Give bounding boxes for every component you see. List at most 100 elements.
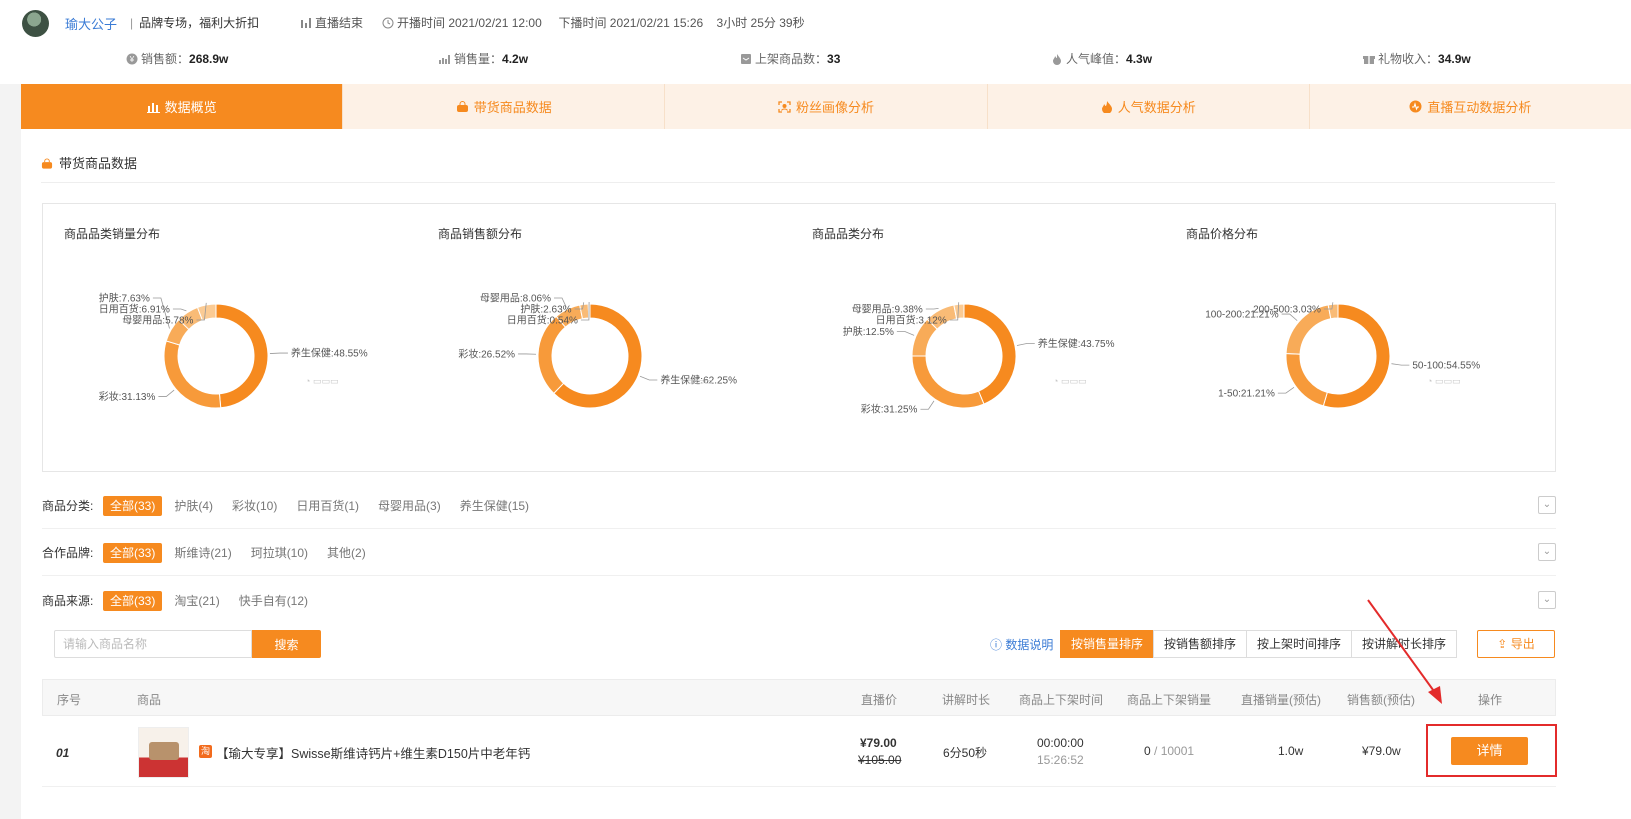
live-price: ¥79.00 — [860, 736, 897, 750]
tab-label: 直播互动数据分析 — [1427, 100, 1532, 115]
tab-data-overview[interactable]: 数据概览 — [21, 84, 344, 129]
col-shelf-time: 商品上下架时间 — [1019, 693, 1104, 707]
stat-value: 34.9w — [1438, 52, 1471, 66]
slice-label: 日用百货:0.54% — [507, 314, 578, 327]
watermark-logo: ◔ ▭▭▭ — [679, 376, 713, 386]
filter-option[interactable]: 其他(2) — [320, 543, 373, 563]
live-time-info: 开播时间 2021/02/21 12:00 下播时间 2021/02/21 15… — [382, 14, 805, 31]
sort-by-listing-time-button[interactable]: 按上架时间排序 — [1246, 630, 1353, 658]
avatar[interactable] — [22, 10, 49, 37]
help-icon: ⓘ — [990, 638, 1003, 652]
slice-label: 护肤:12.5% — [843, 325, 894, 338]
label-leader-line — [1016, 343, 1035, 346]
slice-label: 1-50:21.21% — [1218, 389, 1275, 400]
filter-option[interactable]: 斯维诗(21) — [167, 543, 238, 563]
duration: 3小时 25分 39秒 — [716, 16, 805, 30]
product-thumbnail[interactable] — [138, 727, 189, 778]
filter-category: 商品分类: 全部(33) 护肤(4) 彩妆(10) 日用百货(1) 母婴用品(3… — [42, 483, 1556, 529]
filter-option[interactable]: 珂拉琪(10) — [244, 543, 315, 563]
basket-icon — [41, 158, 53, 169]
stat-sales-volume: 销售量：4.2w — [439, 50, 528, 67]
filter-option[interactable]: 护肤(4) — [167, 496, 220, 516]
label-leader-line — [158, 389, 175, 397]
shelf-time-off: 15:26:52 — [1037, 753, 1084, 767]
donut-slice[interactable] — [163, 340, 222, 409]
filter-option-all[interactable]: 全部(33) — [103, 543, 163, 563]
main-panel: 带货商品数据 商品品类销量分布 养生保健:48.55% 彩妆:31.13% 护肤:7… — [21, 129, 1631, 819]
stat-label: 销售额： — [141, 52, 190, 66]
filter-option-all[interactable]: 全部(33) — [103, 496, 163, 516]
slice-label: 彩妆:26.52% — [458, 347, 515, 360]
bar-chart-icon — [146, 102, 160, 113]
section-title-text: 带货商品数据 — [59, 156, 138, 171]
col-explain-duration: 讲解时长 — [942, 693, 991, 707]
shelf-sales-total: 10001 — [1160, 744, 1195, 758]
revenue: ¥79.0w — [1362, 744, 1401, 758]
filter-option[interactable]: 日用百货(1) — [289, 496, 366, 516]
donut-slice[interactable] — [215, 303, 269, 409]
bars-icon — [301, 18, 311, 28]
col-action: 操作 — [1478, 693, 1503, 707]
slice-label: 200-500:3.03% — [1253, 305, 1321, 316]
label-leader-line — [920, 400, 935, 410]
sort-by-sales-button[interactable]: 按销售量排序 — [1060, 630, 1155, 658]
watermark-logo: ◔ ▭▭▭ — [1427, 376, 1461, 386]
filter-option[interactable]: 母婴用品(3) — [371, 496, 448, 516]
tab-popularity[interactable]: 人气数据分析 — [988, 84, 1310, 129]
filter-option[interactable]: 快手自有(12) — [232, 591, 315, 611]
filter-option[interactable]: 养生保健(15) — [453, 496, 536, 516]
svg-text:¥: ¥ — [129, 55, 135, 64]
analysis-tabs: 数据概览 带货商品数据 粉丝画像分析 人气数据分析 直播互动数据分析 — [21, 84, 1631, 129]
chevron-down-icon[interactable]: ⌄ — [1538, 496, 1556, 514]
filter-option-all[interactable]: 全部(33) — [103, 591, 163, 611]
data-note-link[interactable]: ⓘ 数据说明 — [990, 636, 1053, 653]
donut-chart: 养生保健:48.55% 彩妆:31.13% 护肤:7.63%日用百货:6.91%母婴… — [99, 292, 368, 409]
tab-label: 人气数据分析 — [1117, 100, 1196, 115]
filter-option[interactable]: 彩妆(10) — [225, 496, 284, 516]
chart-category-revenue: 商品销售额分布 养生保健:62.25% 彩妆:26.52% 母婴用品:8.06% 护肤… — [417, 204, 791, 471]
tab-interaction[interactable]: 直播互动数据分析 — [1310, 84, 1631, 129]
taobao-icon: 淘 — [199, 745, 212, 758]
product-name[interactable]: 【瑜大专享】Swisse斯维诗钙片+维生素D150片中老年钙 — [216, 743, 530, 762]
donut-slice[interactable] — [1322, 303, 1391, 409]
filter-option[interactable]: 淘宝(21) — [167, 591, 226, 611]
slogan-separator: | — [130, 16, 134, 30]
slice-label: 护肤:2.63% — [520, 303, 571, 316]
coin-icon: ¥ — [126, 53, 138, 65]
tab-product-data[interactable]: 带货商品数据 — [343, 84, 666, 129]
sort-by-revenue-button[interactable]: 按销售额排序 — [1153, 630, 1248, 658]
donut-slice[interactable] — [911, 355, 985, 409]
donut-slice[interactable] — [1285, 352, 1328, 407]
filter-options: 全部(33) 护肤(4) 彩妆(10) 日用百货(1) 母婴用品(3) 养生保健… — [103, 496, 541, 516]
donut-slice[interactable] — [963, 303, 1017, 405]
label-leader-line — [925, 307, 939, 310]
stat-label: 销售量： — [454, 52, 503, 66]
charts-box: 商品品类销量分布 养生保健:48.55% 彩妆:31.13% 护肤:7.63% 日用百… — [42, 203, 1556, 472]
slice-label: 彩妆:31.13% — [99, 390, 156, 403]
original-price: ¥105.00 — [858, 753, 902, 767]
live-status: 直播结束 — [300, 14, 363, 31]
chevron-down-icon[interactable]: ⌄ — [1538, 591, 1556, 609]
donut-chart: 养生保健:62.25%彩妆:26.52%母婴用品:8.06%护肤:2.63%日用… — [458, 293, 737, 409]
export-button[interactable]: ⇪ 导出 — [1477, 630, 1555, 658]
slice-label: 护肤:7.63% — [99, 292, 150, 305]
shelf-time-on: 00:00:00 — [1037, 736, 1084, 750]
stat-peak-popularity: 人气峰值：4.3w — [1051, 50, 1152, 67]
search-input[interactable] — [54, 630, 252, 658]
donut-slice[interactable] — [537, 315, 567, 395]
chevron-down-icon[interactable]: ⌄ — [1538, 543, 1556, 561]
chart-category-sales: 商品品类销量分布 养生保健:48.55% 彩妆:31.13% 护肤:7.63% 日用百… — [43, 204, 417, 471]
basket-icon — [456, 100, 468, 112]
anchor-name-link[interactable]: 瑜大公子 — [65, 14, 117, 33]
col-shelf-sales: 商品上下架销量 — [1127, 693, 1212, 707]
slice-label: 50-100:54.55% — [1412, 361, 1480, 372]
annotation-highlight-box — [1426, 724, 1557, 777]
watermark-logo: ◔ ▭▭▭ — [305, 376, 339, 386]
live-status-text: 直播结束 — [315, 16, 364, 30]
slice-label: 母婴用品:8.06% — [480, 293, 551, 305]
tab-fan-profile[interactable]: 粉丝画像分析 — [665, 84, 988, 129]
donut-chart: 50-100:54.55%1-50:21.21%100-200:21.21%20… — [1205, 302, 1480, 409]
gift-icon — [1363, 56, 1375, 64]
scan-icon — [778, 100, 791, 113]
search-button[interactable]: 搜索 — [252, 630, 321, 658]
